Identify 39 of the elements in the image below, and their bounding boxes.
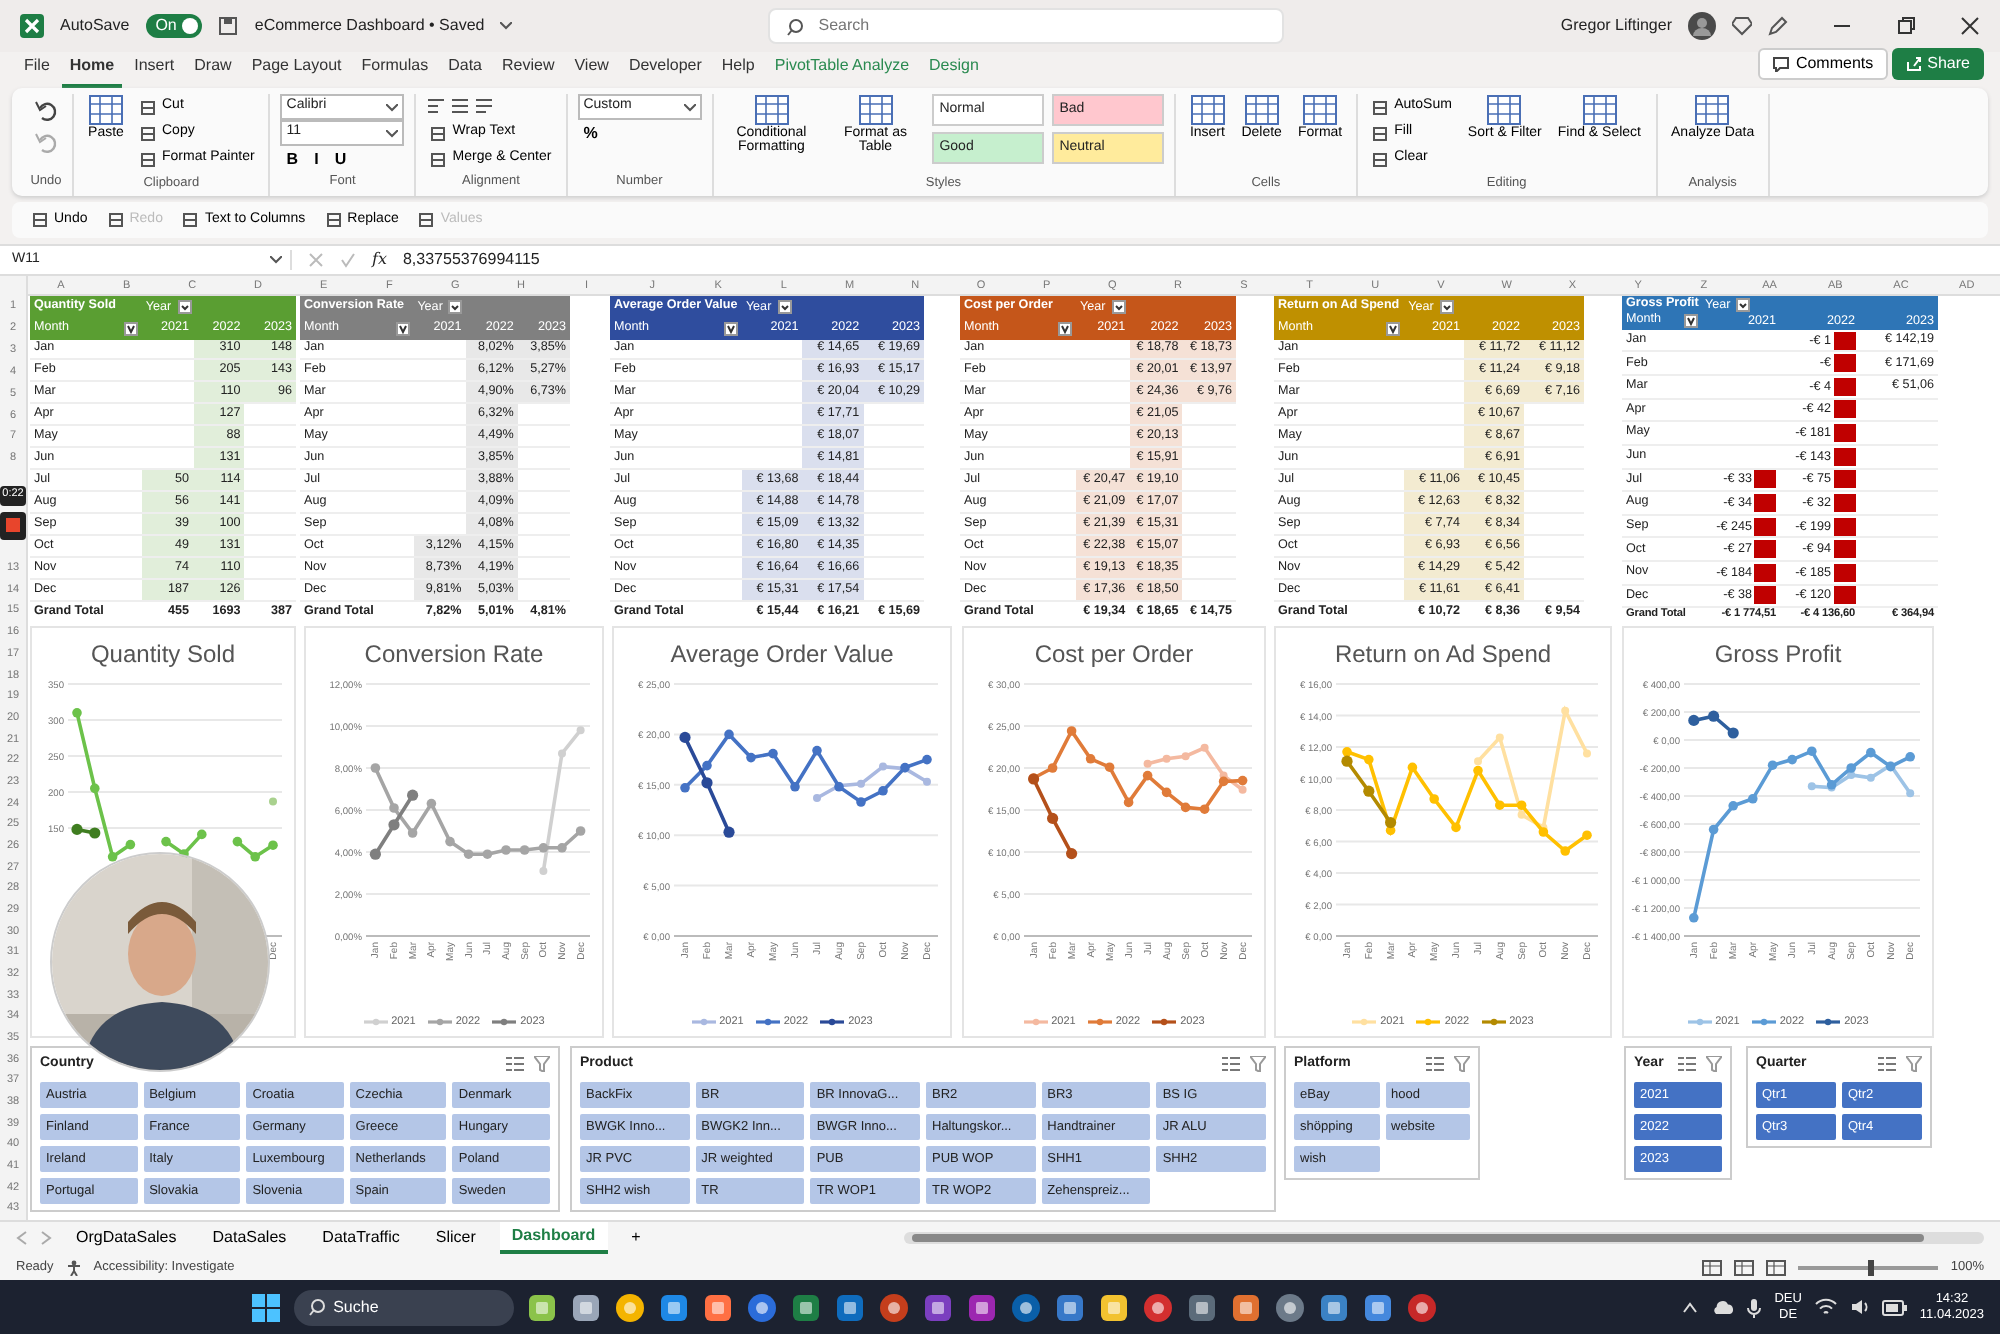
- menu-tab[interactable]: Review: [494, 54, 563, 88]
- chart-title: Return on Ad Spend: [1332, 638, 1554, 672]
- menu-tab[interactable]: Page Layout: [243, 54, 350, 88]
- menu-tab[interactable]: Insert: [126, 54, 183, 88]
- chart-title: Gross Profit: [1712, 638, 1844, 672]
- autosave-toggle[interactable]: On: [145, 14, 203, 38]
- sheet-tab[interactable]: DataSales: [200, 1224, 299, 1252]
- bold-button[interactable]: B: [280, 147, 305, 171]
- percent-button[interactable]: %: [577, 121, 604, 145]
- function-label: fx: [372, 248, 387, 272]
- menu-tab[interactable]: File: [16, 54, 58, 88]
- chart-title: Conversion Rate: [362, 638, 546, 672]
- user-name: Gregor Liftinger: [1560, 14, 1672, 38]
- sheet-tab[interactable]: OrgDataSales: [64, 1224, 189, 1252]
- sheet-tab[interactable]: Dashboard: [499, 1222, 608, 1254]
- underline-button[interactable]: U: [328, 147, 353, 171]
- menu-tab[interactable]: Data: [440, 54, 490, 88]
- add-sheet-button[interactable]: +: [619, 1224, 653, 1252]
- sheet-tab[interactable]: DataTraffic: [310, 1224, 412, 1252]
- italic-button[interactable]: I: [308, 147, 325, 171]
- chart-title: Cost per Order: [1032, 638, 1196, 672]
- chart-title: Average Order Value: [668, 638, 896, 672]
- menu-tab[interactable]: View: [566, 54, 617, 88]
- menu-tab[interactable]: Developer: [620, 54, 710, 88]
- search-field[interactable]: Search: [814, 12, 1267, 40]
- menu-tab[interactable]: PivotTable Analyze: [766, 54, 918, 88]
- comments-button[interactable]: Comments: [1757, 48, 1888, 80]
- sheet-tab[interactable]: Slicer: [423, 1224, 488, 1252]
- formula-text: 8,33755376994115: [402, 248, 540, 272]
- menu-tab[interactable]: Design: [921, 54, 987, 88]
- menu-tab[interactable]: Help: [713, 54, 763, 88]
- chart-title: Quantity Sold: [88, 638, 238, 672]
- taskbar-search[interactable]: Suche: [293, 1289, 514, 1325]
- menu-tab[interactable]: Formulas: [353, 54, 437, 88]
- search-box[interactable]: Search: [768, 8, 1285, 44]
- menu-tab[interactable]: Draw: [186, 54, 240, 88]
- share-button[interactable]: Share: [1891, 48, 1984, 80]
- autosave-label: AutoSave: [60, 14, 130, 38]
- document-title: eCommerce Dashboard • Saved: [254, 14, 485, 38]
